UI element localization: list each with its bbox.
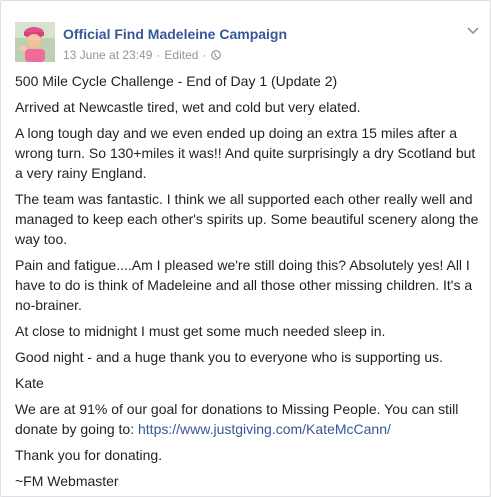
page-avatar[interactable]	[15, 22, 55, 62]
meta-separator: ·	[202, 48, 207, 62]
post-meta: 13 June at 23:49 · Edited ·	[63, 48, 222, 62]
edited-label[interactable]: Edited	[164, 48, 198, 62]
post-paragraph: Kate	[15, 375, 44, 391]
globe-icon[interactable]	[211, 50, 222, 60]
post-paragraph: 500 Mile Cycle Challenge - End of Day 1 …	[15, 73, 338, 89]
facebook-post: Official Find Madeleine Campaign 13 June…	[0, 0, 491, 497]
avatar-image	[15, 22, 55, 62]
thanks-paragraph: Thank you for donating.	[15, 447, 163, 463]
post-timestamp[interactable]: 13 June at 23:49	[63, 48, 152, 62]
post-header: Official Find Madeleine Campaign 13 June…	[1, 1, 490, 63]
post-paragraph: At close to midnight I must get some muc…	[15, 323, 386, 339]
chevron-down-icon[interactable]	[466, 25, 480, 35]
donation-paragraph: We are at 91% of our goal for donations …	[15, 399, 485, 439]
post-body: 500 Mile Cycle Challenge - End of Day 1 …	[15, 71, 485, 496]
post-paragraph: Good night - and a huge thank you to eve…	[15, 349, 444, 365]
post-paragraph: The team was fantastic. I think we all s…	[15, 191, 479, 247]
post-paragraph: Pain and fatigue....Am I pleased we're s…	[15, 257, 473, 313]
donation-link[interactable]: https://www.justgiving.com/KateMcCann/	[138, 421, 391, 437]
meta-separator: ·	[156, 48, 161, 62]
page-name-link[interactable]: Official Find Madeleine Campaign	[63, 26, 287, 42]
post-paragraph: Arrived at Newcastle tired, wet and cold…	[15, 99, 361, 115]
post-paragraph: A long tough day and we even ended up do…	[15, 125, 476, 181]
signature: ~FM Webmaster	[15, 473, 119, 489]
